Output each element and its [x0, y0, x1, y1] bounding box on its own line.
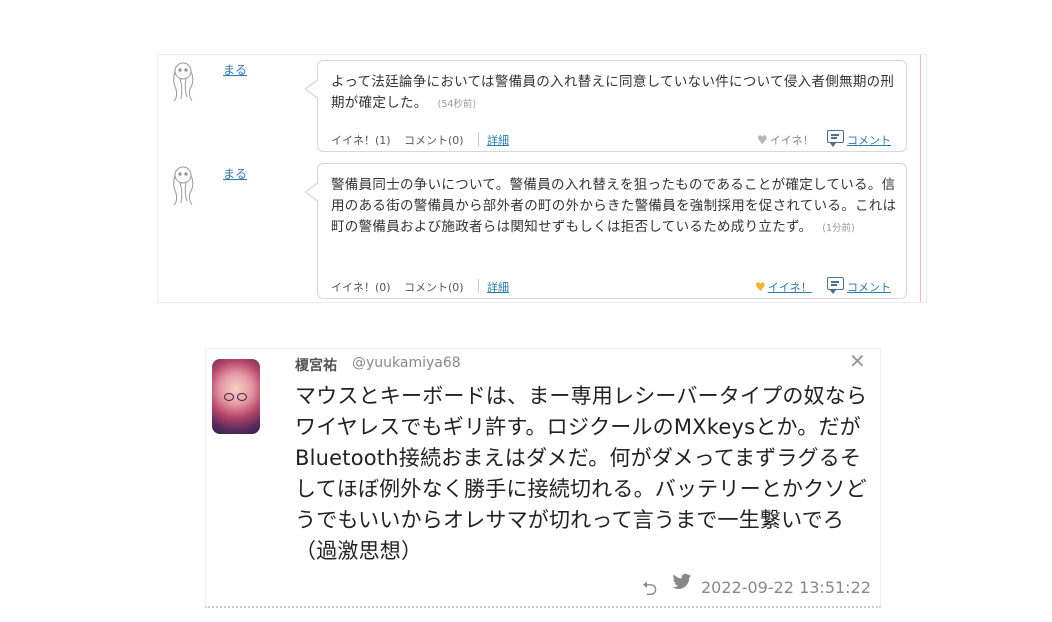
panel-edge-line [920, 55, 921, 302]
comment-footer: イイネ！(1) コメント(0) 詳細 ♥ イイネ！ コメント [331, 130, 897, 148]
comment-time: (54秒前) [437, 99, 477, 110]
comment-count: コメント(0) [404, 281, 464, 294]
tweet-timestamp: 2022-09-22 13:51:22 [701, 578, 871, 597]
tweet-text: マウスとキーボードは、まー専用レシーバータイプの奴ならワイヤレスでもギリ許す。ロ… [295, 384, 868, 563]
comment-body: 警備員同士の争いについて。警備員の入れ替えを狙ったものであることが確定している。… [331, 177, 897, 235]
comment-bubble: よって法廷論争においては警備員の入れ替えに同意していない件について侵入者側無期の… [304, 60, 907, 152]
close-icon[interactable]: ✕ [849, 351, 866, 371]
tweet-card: 榎宮祐 @yuukamiya68 ✕ マウスとキーボードは、まー専用レシーバータ… [205, 348, 881, 608]
comment-link[interactable]: コメント [847, 279, 891, 295]
comment-bubble-icon[interactable] [827, 277, 844, 294]
like-button[interactable]: ♥ イイネ！ [757, 132, 814, 148]
heart-icon: ♥ [755, 280, 766, 294]
display-name[interactable]: 榎宮祐 [295, 355, 337, 375]
comment-bubble: 警備員同士の争いについて。警備員の入れ替えを狙ったものであることが確定している。… [304, 163, 907, 299]
comment-footer: イイネ！(0) コメント(0) 詳細 ♥ イイネ！ コメント [331, 277, 897, 295]
detail-link[interactable]: 詳細 [487, 132, 509, 148]
like-count: イイネ！(0) [331, 281, 391, 294]
comment-count: コメント(0) [404, 134, 464, 147]
username-link[interactable]: まる [223, 61, 247, 78]
comment-panel: まる よって法廷論争においては警備員の入れ替えに同意していない件について侵入者側… [157, 54, 927, 303]
comment-time: (1分前) [822, 223, 855, 234]
reply-icon[interactable]: ⮌ [642, 575, 657, 607]
divider [478, 132, 479, 146]
detail-link[interactable]: 詳細 [487, 279, 509, 295]
like-label[interactable]: イイネ！ [768, 281, 812, 294]
like-count: イイネ！(1) [331, 134, 391, 147]
comment-text: よって法廷論争においては警備員の入れ替えに同意していない件について侵入者側無期の… [331, 72, 897, 115]
comment-bubble-icon[interactable] [827, 130, 844, 147]
ghost-avatar-icon[interactable] [168, 163, 198, 207]
profile-avatar[interactable] [212, 359, 260, 434]
heart-icon: ♥ [757, 133, 768, 147]
divider [478, 279, 479, 293]
comment-text: 警備員同士の争いについて。警備員の入れ替えを狙ったものであることが確定している。… [331, 175, 897, 239]
comment-link[interactable]: コメント [847, 132, 891, 148]
user-handle[interactable]: @yuukamiya68 [352, 355, 461, 371]
comment-body: よって法廷論争においては警備員の入れ替えに同意していない件について侵入者側無期の… [331, 74, 895, 111]
twitter-bird-icon[interactable] [672, 573, 692, 591]
avatar-glasses [224, 393, 248, 401]
ghost-avatar-icon[interactable] [168, 59, 198, 103]
username-link[interactable]: まる [223, 165, 247, 182]
like-button[interactable]: ♥ イイネ！ [755, 279, 812, 295]
like-label: イイネ！ [769, 134, 814, 147]
